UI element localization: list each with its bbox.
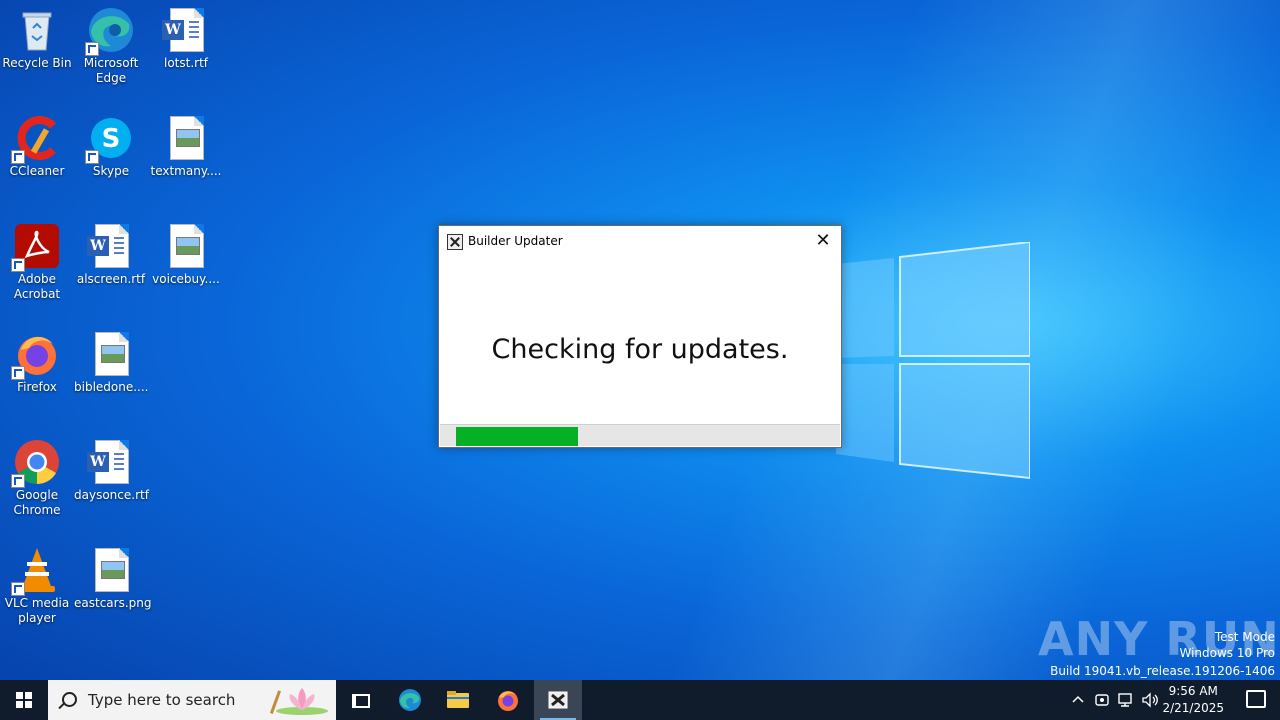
volume-icon[interactable]	[1140, 690, 1160, 710]
builder-updater-icon	[548, 691, 568, 709]
shortcut-arrow-icon	[11, 258, 25, 272]
desktop-icon-skype[interactable]: S Skype	[74, 108, 148, 179]
desktop-icon-label: bibledone....	[74, 380, 149, 394]
desktop-icon-label: Google Chrome	[13, 488, 61, 517]
dialog-titlebar[interactable]: Builder Updater ✕	[439, 226, 841, 256]
desktop-icon-vlc[interactable]: VLC media player	[0, 540, 74, 626]
desktop-icon-ccleaner[interactable]: CCleaner	[0, 108, 74, 179]
taskbar-edge-button[interactable]	[386, 680, 434, 720]
show-hidden-icons-chevron-icon[interactable]	[1068, 690, 1088, 710]
firefox-icon	[498, 691, 518, 711]
desktop-icon-label: lotst.rtf	[163, 56, 208, 70]
skype-icon: S	[85, 114, 135, 164]
close-button[interactable]: ✕	[811, 230, 835, 252]
desktop-icon-adobe-acrobat[interactable]: Adobe Acrobat	[0, 216, 74, 302]
desktop-icon-label: Adobe Acrobat	[13, 272, 61, 301]
build-label: Build 19041.vb_release.191206-1406	[1050, 664, 1275, 678]
desktop-icon-label: eastcars.png	[74, 596, 152, 610]
progress-bar-fill	[456, 427, 578, 446]
search-highlight-lotus-icon	[269, 688, 328, 715]
status-message: Checking for updates.	[491, 334, 789, 365]
desktop-icon-label: textmany....	[150, 164, 222, 178]
desktop-icon-label: Microsoft Edge	[83, 56, 139, 85]
desktop-icon-textmany[interactable]: textmany....	[149, 108, 223, 179]
ccleaner-icon	[11, 114, 61, 164]
desktop-icon-alscreen-rtf[interactable]: W alscreen.rtf	[74, 216, 148, 287]
desktop-icon-firefox[interactable]: Firefox	[0, 324, 74, 395]
system-clock[interactable]: 9:56 AM 2/21/2025	[1162, 683, 1224, 717]
desktop-icon-label: daysonce.rtf	[74, 488, 149, 502]
taskbar-file-explorer-button[interactable]	[434, 680, 482, 720]
task-view-button[interactable]	[338, 680, 384, 720]
action-center-icon[interactable]	[1246, 690, 1266, 708]
windows-edition-label: Windows 10 Pro	[1179, 646, 1275, 660]
desktop-icon-label: Firefox	[17, 380, 57, 394]
builder-updater-dialog: Builder Updater ✕ Checking for updates.	[438, 225, 842, 448]
recycle-bin-icon	[13, 6, 61, 54]
shortcut-arrow-icon	[85, 150, 99, 164]
desktop-icon-bibledone[interactable]: bibledone....	[74, 324, 149, 395]
word-document-icon: W	[87, 222, 135, 270]
clock-date: 2/21/2025	[1162, 701, 1224, 715]
image-file-icon	[162, 222, 210, 270]
builder-updater-icon	[447, 234, 463, 250]
file-explorer-icon	[447, 691, 469, 708]
svg-text:S: S	[102, 124, 121, 154]
desktop-icon-label: Skype	[92, 164, 130, 178]
firefox-icon	[11, 330, 61, 380]
desktop-icon-label: alscreen.rtf	[76, 272, 146, 286]
desktop-icon-daysonce-rtf[interactable]: W daysonce.rtf	[74, 432, 149, 503]
desktop-icon-label: Recycle Bin	[2, 56, 72, 70]
desktop-icon-eastcars-png[interactable]: eastcars.png	[74, 540, 152, 611]
search-placeholder: Type here to search	[88, 691, 236, 709]
image-file-icon	[87, 546, 135, 594]
test-mode-label: Test Mode	[1214, 630, 1275, 644]
desktop-icon-recycle-bin[interactable]: Recycle Bin	[0, 0, 74, 71]
search-box[interactable]: Type here to search	[48, 680, 336, 720]
edge-icon	[85, 6, 135, 56]
desktop-icon-google-chrome[interactable]: Google Chrome	[0, 432, 74, 518]
security-tray-icon[interactable]	[1092, 690, 1112, 710]
taskbar-firefox-button[interactable]	[484, 680, 532, 720]
edge-icon	[399, 689, 421, 711]
desktop-icon-lotst-rtf[interactable]: W lotst.rtf	[149, 0, 223, 71]
search-icon	[62, 692, 77, 707]
desktop-icon-label: CCleaner	[9, 164, 65, 178]
desktop-icon-microsoft-edge[interactable]: Microsoft Edge	[74, 0, 148, 86]
shortcut-arrow-icon	[11, 474, 25, 488]
windows-logo-wallpaper	[836, 242, 1030, 480]
word-document-icon: W	[162, 6, 210, 54]
desktop-icon-label: voicebuy....	[152, 272, 220, 286]
clock-time: 9:56 AM	[1168, 684, 1218, 698]
adobe-acrobat-icon	[11, 222, 61, 272]
start-button[interactable]	[0, 680, 48, 720]
shortcut-arrow-icon	[11, 582, 25, 596]
vlc-icon	[11, 546, 61, 596]
dialog-title: Builder Updater	[468, 234, 563, 248]
windows-start-icon	[16, 692, 32, 708]
image-file-icon	[162, 114, 210, 162]
shortcut-arrow-icon	[11, 150, 25, 164]
progress-bar	[440, 424, 840, 446]
taskbar-builder-updater-button[interactable]	[534, 680, 582, 720]
shortcut-arrow-icon	[11, 366, 25, 380]
taskbar: Type here to search 9:56 AM 2/21/2025	[0, 680, 1280, 720]
image-file-icon	[87, 330, 135, 378]
desktop-icon-label: VLC media player	[4, 596, 70, 625]
chrome-icon	[11, 438, 61, 488]
task-view-icon	[352, 694, 370, 708]
desktop-icon-voicebuy[interactable]: voicebuy....	[149, 216, 223, 287]
network-icon[interactable]	[1116, 690, 1136, 710]
shortcut-arrow-icon	[85, 42, 99, 56]
word-document-icon: W	[87, 438, 135, 486]
